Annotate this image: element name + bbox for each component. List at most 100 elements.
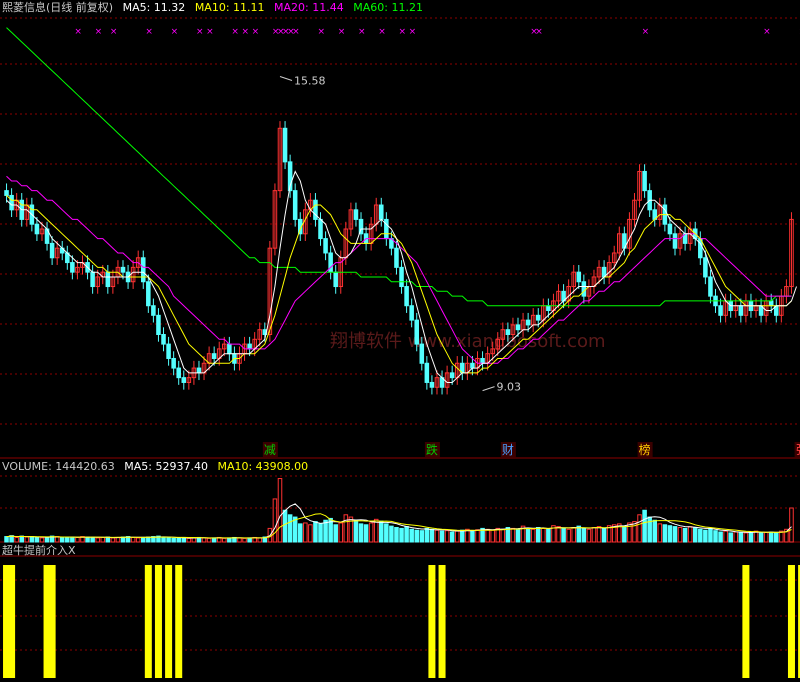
- candle-body: [379, 204, 384, 220]
- volume-bar: [758, 532, 764, 543]
- candle-body: [292, 190, 298, 220]
- volume-bar: [34, 536, 40, 543]
- ma60-label: MA60: 11.21: [353, 1, 423, 14]
- volume-bar: [227, 537, 232, 543]
- candle-body: [34, 223, 40, 235]
- signal-marker: ×: [763, 27, 771, 37]
- volume-bar: [500, 528, 506, 543]
- candle-body: [313, 199, 318, 220]
- candle-body: [429, 381, 435, 388]
- ma20-label: MA20: 11.44: [274, 1, 344, 14]
- candle-body: [718, 305, 723, 316]
- candle-body: [318, 218, 323, 240]
- candle-body: [70, 262, 75, 273]
- volume-bar: [541, 527, 546, 543]
- volume-bar: [333, 524, 338, 543]
- volume-bar: [738, 531, 744, 543]
- signal-bar: [144, 565, 152, 678]
- candle-body: [384, 218, 389, 240]
- volume-bar: [677, 526, 683, 543]
- signal-marker: ×: [74, 27, 82, 37]
- candle-body: [703, 257, 708, 278]
- volume-bar: [130, 536, 136, 543]
- volume-panel-header: VOLUME: 144420.63 MA5: 52937.40 MA10: 43…: [2, 460, 314, 474]
- volume-bar: [313, 521, 318, 543]
- volume-bar: [571, 526, 576, 543]
- stock-title: 熙菱信息(日线 前复权): [2, 1, 114, 14]
- volume-bar: [753, 530, 759, 543]
- candle-body: [49, 242, 55, 259]
- volume-bar: [379, 520, 384, 543]
- volume-bar: [201, 537, 207, 543]
- volume-bar: [596, 526, 602, 543]
- signal-marker: ×: [378, 27, 386, 37]
- signal-bar: [787, 565, 795, 678]
- volume-bar: [743, 532, 749, 543]
- volume-bar: [282, 509, 288, 543]
- event-tag: 减: [264, 443, 276, 457]
- event-tag: 张: [796, 443, 800, 457]
- volume-bar: [708, 527, 713, 543]
- volume-bar: [728, 532, 733, 543]
- volume-bar: [242, 537, 247, 543]
- volume-bar: [566, 528, 571, 543]
- volume-bar: [414, 529, 419, 543]
- volume-bar: [561, 527, 566, 543]
- volume-bar: [556, 526, 561, 543]
- volume-bar: [24, 536, 30, 543]
- volume-bar: [191, 537, 197, 543]
- candle-body: [161, 334, 166, 345]
- volume-bar: [140, 536, 146, 543]
- volume-bar: [39, 537, 45, 543]
- event-tag: 榜: [639, 442, 651, 457]
- candle-body: [333, 271, 338, 288]
- volume-bar: [323, 519, 328, 543]
- watermark-text: 翔博软件 www.xiangbosoft.com: [330, 331, 606, 352]
- candle-body: [581, 281, 587, 297]
- ma60-line: [6, 27, 792, 307]
- event-tag: 跌: [426, 442, 438, 457]
- candle-body: [166, 343, 171, 359]
- candle-body: [140, 257, 146, 283]
- volume-bar: [358, 523, 364, 543]
- candle-body: [196, 367, 202, 374]
- volume-bar: [733, 531, 739, 543]
- volume-bar: [591, 526, 597, 543]
- annotation-leader: [482, 386, 495, 392]
- volume-bar: [525, 527, 531, 543]
- volume-bar: [368, 522, 374, 543]
- volume-bar: [642, 509, 647, 543]
- volume-bar: [763, 531, 769, 543]
- volume-bar: [211, 537, 217, 543]
- volume-bar: [703, 529, 708, 543]
- volume-bar: [287, 514, 293, 543]
- volume-bar: [485, 528, 490, 543]
- candle-body: [424, 362, 430, 383]
- volume-bar: [601, 527, 607, 543]
- volume-bar: [75, 536, 80, 543]
- volume-bar: [535, 526, 541, 543]
- price-panel-header: 熙菱信息(日线 前复权) MA5: 11.32 MA10: 11.11 MA20…: [2, 1, 429, 15]
- volume-bar: [389, 525, 394, 543]
- chart-stage: 翔博软件 www.xiangbosoft.com 15.58 9.03 × × × × × × ×…: [0, 0, 800, 678]
- candle-body: [282, 127, 288, 163]
- volume-ma10-label: MA10: 43908.00: [217, 460, 309, 473]
- volume-bar: [70, 536, 75, 543]
- candle-body: [227, 343, 232, 355]
- volume-bar: [470, 530, 475, 543]
- candle-body: [768, 300, 774, 307]
- candle-body: [449, 372, 455, 379]
- volume-bar: [363, 524, 369, 543]
- volume-bar: [176, 537, 181, 543]
- volume-bar: [586, 528, 592, 543]
- volume-bar: [652, 519, 658, 543]
- candle-body: [404, 286, 409, 307]
- volume-bar: [667, 525, 673, 543]
- volume-bar: [308, 524, 313, 543]
- volume-bar: [166, 537, 171, 543]
- candle-body: [4, 190, 9, 196]
- volume-bar: [475, 529, 480, 543]
- price-annotation: 15.58: [294, 75, 326, 88]
- volume-bar: [546, 528, 551, 543]
- candle-body: [151, 305, 156, 316]
